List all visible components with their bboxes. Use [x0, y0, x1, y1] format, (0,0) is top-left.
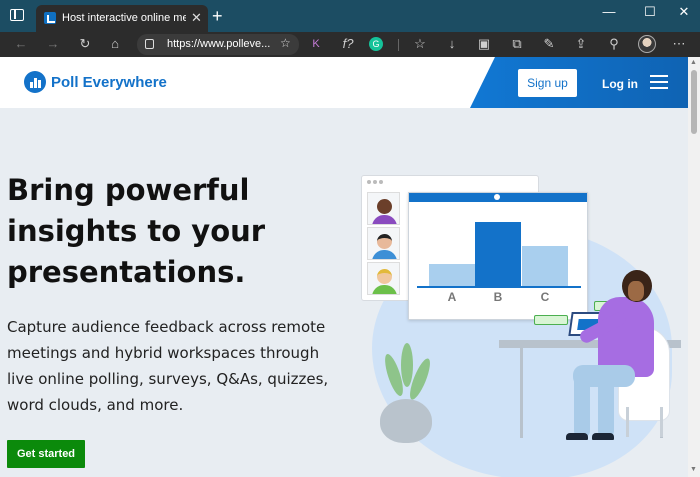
minimize-icon[interactable]: — [596, 4, 622, 19]
poll-everywhere-logo-icon[interactable] [24, 71, 46, 93]
hamburger-menu-icon[interactable] [650, 75, 668, 89]
participant-avatar [367, 192, 400, 225]
reading-view-icon[interactable]: ▣ [474, 35, 494, 53]
extension-k-icon[interactable]: K [306, 35, 326, 53]
extensions-icon[interactable]: ⚲ [604, 35, 624, 53]
hero-subtitle: Capture audience feedback across remote … [7, 318, 329, 414]
site-header: Poll Everywhere Sign up Log in [0, 57, 688, 108]
address-url: https://www.polleve... [167, 38, 271, 50]
extension-function-icon[interactable]: f? [338, 35, 358, 53]
close-window-icon[interactable]: ✕ [671, 4, 697, 20]
close-tab-icon[interactable]: ✕ [191, 10, 202, 26]
more-icon[interactable]: ⋯ [669, 35, 689, 53]
person-face [628, 281, 644, 301]
web-page: Poll Everywhere Sign up Log in Bring pow… [0, 57, 688, 477]
forward-icon[interactable]: → [43, 35, 63, 53]
chair-leg [626, 407, 629, 437]
refresh-icon[interactable]: ↻ [75, 35, 95, 53]
poll-card-header [409, 193, 587, 202]
person-shoe [566, 433, 588, 440]
page-scrollbar[interactable]: ▲ ▼ [688, 57, 700, 477]
maximize-icon[interactable]: ☐ [637, 4, 663, 20]
plant-pot [380, 399, 432, 443]
poll-bar-a [429, 264, 475, 286]
favorites-icon[interactable]: ☆ [410, 35, 430, 53]
share-icon[interactable]: ⇪ [571, 35, 591, 53]
participant-avatar [367, 227, 400, 260]
downloads-icon[interactable]: ↓ [442, 35, 462, 53]
poll-label-c: C [540, 290, 550, 304]
poll-axis [417, 286, 581, 288]
chat-bubble [534, 315, 568, 325]
plant-leaf [401, 343, 413, 387]
get-started-button[interactable]: Get started [7, 440, 85, 468]
collections-icon[interactable]: ⧉ [507, 35, 527, 53]
browser-tab[interactable]: Host interactive online meetings ✕ [36, 5, 208, 32]
poll-everywhere-favicon-icon [44, 12, 56, 24]
new-tab-icon[interactable]: + [212, 6, 223, 27]
back-icon[interactable]: ← [11, 35, 31, 53]
scroll-down-icon[interactable]: ▼ [690, 466, 697, 473]
poll-results-card: A B C [408, 192, 588, 320]
tab-actions-icon[interactable] [10, 9, 24, 21]
poll-label-b: B [493, 290, 503, 304]
home-icon[interactable]: ⌂ [105, 35, 125, 53]
favorite-icon[interactable]: ☆ [280, 36, 291, 50]
browser-toolbar: ← → ↻ ⌂ https://www.polleve... ☆ K f? G … [0, 32, 700, 57]
profile-avatar-icon[interactable] [638, 35, 656, 53]
tab-title: Host interactive online meetings [62, 12, 186, 24]
person-shin [598, 375, 614, 437]
person-shoe [592, 433, 614, 440]
log-in-link[interactable]: Log in [602, 77, 638, 91]
poll-bar-c [522, 246, 568, 286]
scroll-up-icon[interactable]: ▲ [690, 59, 697, 66]
address-bar[interactable]: https://www.polleve... ☆ [137, 34, 299, 55]
scrollbar-thumb[interactable] [691, 70, 697, 134]
poll-label-a: A [447, 290, 457, 304]
browser-essentials-icon[interactable]: ✎ [539, 35, 559, 53]
person-shin [574, 375, 590, 437]
browser-tab-bar: Host interactive online meetings ✕ + — ☐… [0, 0, 700, 32]
toolbar-separator [398, 39, 399, 51]
sign-up-button[interactable]: Sign up [518, 69, 577, 97]
desk-leg [520, 348, 523, 438]
lock-icon [145, 39, 154, 49]
poll-bar-b [475, 222, 521, 286]
chair-leg [660, 407, 663, 437]
grammarly-icon[interactable]: G [369, 37, 383, 51]
site-logo-text[interactable]: Poll Everywhere [51, 74, 167, 91]
participant-avatar [367, 262, 400, 295]
hero-title: Bring powerful insights to your presenta… [7, 173, 266, 289]
